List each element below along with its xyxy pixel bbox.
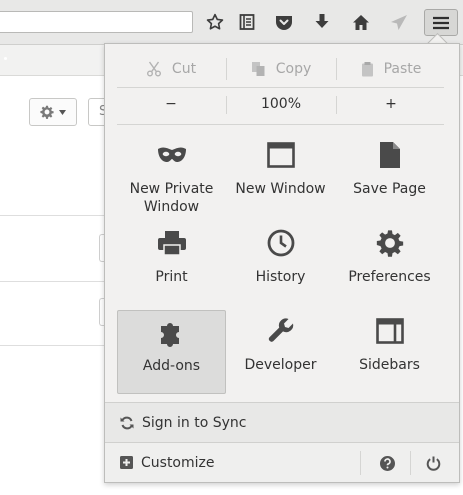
cut-label: Cut [171,61,197,77]
home-button[interactable] [347,8,375,36]
quit-button[interactable] [415,443,451,483]
zoom-reset-button[interactable]: 100% [227,92,335,116]
copy-label: Copy [275,61,312,77]
sidebars-label: Sidebars [359,357,420,373]
zoom-out-button[interactable]: − [117,92,225,116]
pocket-icon [276,15,292,30]
sync-icon [120,416,134,429]
page-icon [379,142,400,168]
downloads-button[interactable] [308,8,336,36]
paste-button[interactable]: Paste [337,58,445,80]
history-button[interactable]: History [226,222,335,306]
reading-list-icon [239,14,255,30]
scissors-icon [146,61,161,77]
bookmark-star-button[interactable] [201,8,229,36]
separator [117,124,444,125]
separator [336,96,337,114]
window-icon [266,142,295,168]
separator [410,451,411,475]
customize-label[interactable]: Customize [141,455,215,471]
new-private-window-label-line1: New Private [129,181,214,197]
wrench-icon [268,318,293,342]
copy-button[interactable]: Copy [227,58,335,80]
new-private-window-button[interactable]: New Private Window [117,134,226,218]
share-button[interactable] [385,8,413,36]
divider [0,281,110,282]
zoom-out-label: − [165,96,177,112]
star-icon [206,13,224,30]
developer-label: Developer [244,357,317,373]
puzzle-icon [160,323,179,347]
customize-bar: Customize [105,442,459,482]
clipboard-icon [361,62,373,77]
main-menu-panel: Cut Copy Paste − 100% + New Private Wind… [104,43,460,483]
clock-icon [267,229,294,257]
navigation-toolbar [0,0,463,45]
addons-label: Add-ons [142,358,201,374]
separator [226,58,227,80]
developer-button[interactable]: Developer [226,310,335,394]
help-icon [379,455,395,471]
menu-tile-grid: New Private Window New Window Save Page … [117,134,444,396]
history-label: History [255,269,306,285]
divider [0,215,110,216]
separator [226,96,227,114]
cut-button[interactable]: Cut [117,58,225,80]
separator [117,87,444,88]
copy-icon [251,62,265,76]
sync-button[interactable]: Sign in to Sync [105,402,459,442]
divider [0,345,110,346]
help-button[interactable] [369,443,405,483]
share-icon [391,14,407,30]
save-page-button[interactable]: Save Page [335,134,444,218]
plus-box-icon [120,456,133,469]
print-button[interactable]: Print [117,222,226,306]
gear-icon [376,230,403,257]
zoom-in-button[interactable]: + [337,92,445,116]
download-icon [315,14,329,28]
preferences-label: Preferences [348,269,431,285]
new-window-button[interactable]: New Window [226,134,335,218]
paste-label: Paste [383,61,422,77]
power-icon [426,456,440,471]
mask-icon [157,147,186,162]
sync-label: Sign in to Sync [142,414,247,431]
toolbar-dot [4,57,7,60]
search-bar[interactable] [0,11,193,33]
home-icon [353,14,369,30]
save-page-label: Save Page [353,181,426,197]
sidebars-button[interactable]: Sidebars [335,310,444,394]
edit-controls: Cut Copy Paste [117,58,444,80]
new-private-window-label-line2: Window [143,199,200,215]
printer-icon [157,231,186,256]
addons-button[interactable]: Add-ons [117,310,226,394]
caret-down-icon [59,109,66,115]
reading-list-button[interactable] [233,8,261,36]
separator [336,58,337,80]
preferences-button[interactable]: Preferences [335,222,444,306]
separator [360,451,361,475]
gear-icon [40,105,54,119]
zoom-in-label: + [385,96,397,112]
pocket-button[interactable] [270,8,298,36]
open-menu-button[interactable] [424,9,458,36]
zoom-level: 100% [260,96,302,112]
new-window-label: New Window [235,181,326,197]
page-tools-button[interactable] [29,98,77,126]
hamburger-menu-icon [433,16,449,29]
sidebar-icon [375,318,404,344]
print-label: Print [155,269,188,285]
